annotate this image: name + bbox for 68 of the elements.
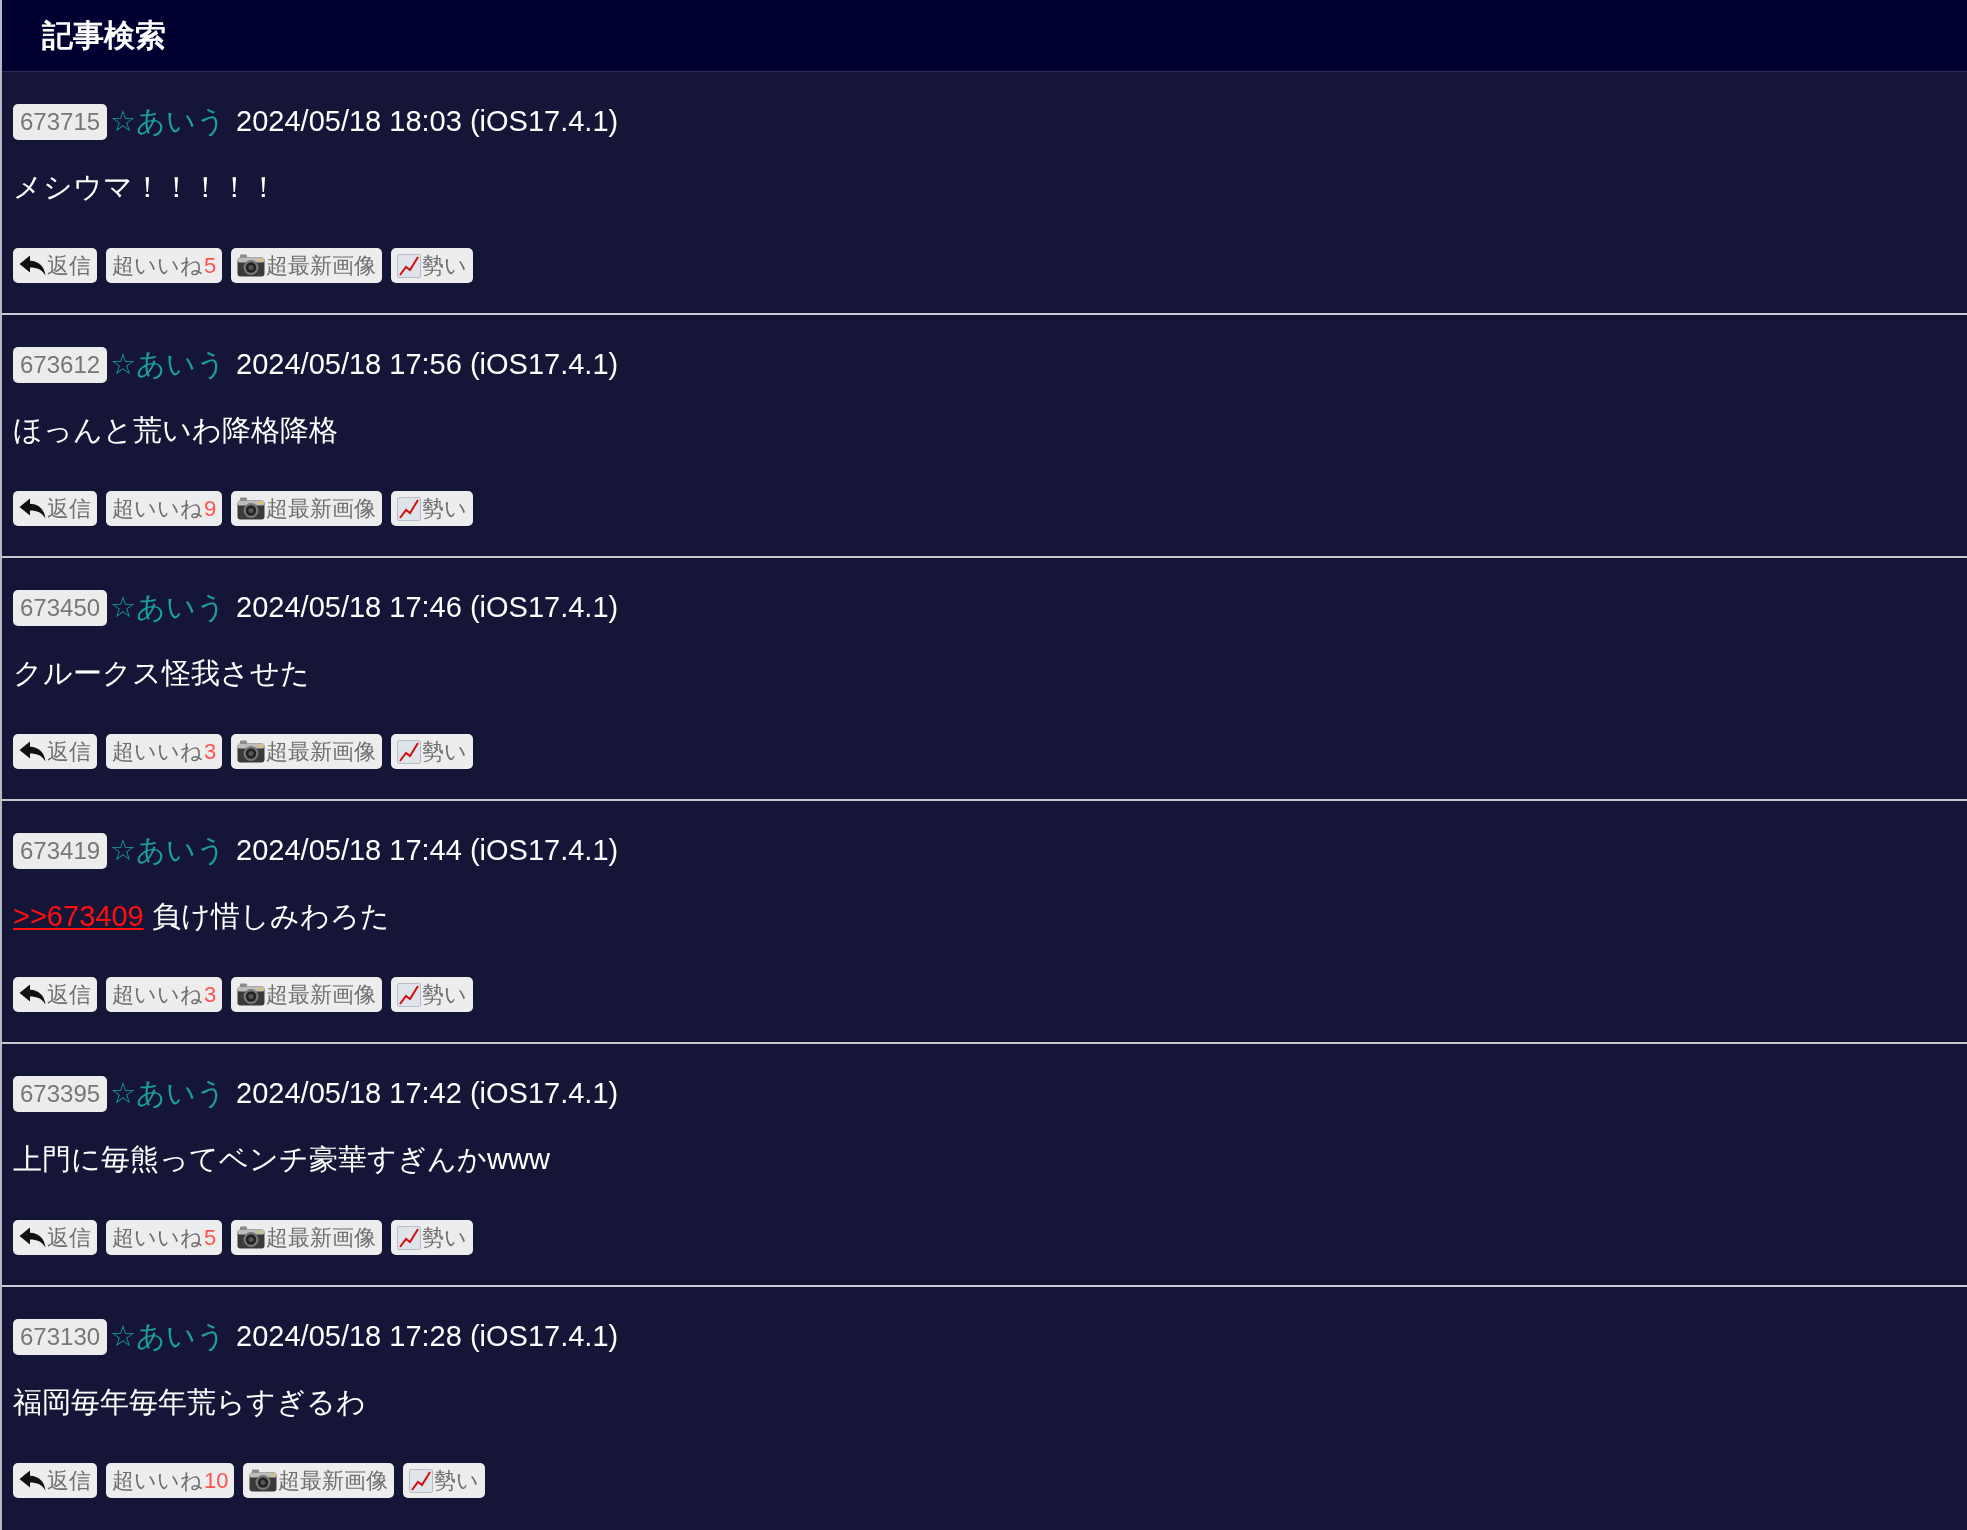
- poster-name: ☆あいう: [110, 104, 227, 140]
- poster-name: ☆あいう: [110, 590, 227, 626]
- camera-icon: [249, 1469, 278, 1492]
- reply-button[interactable]: 返信: [13, 248, 97, 283]
- like-button[interactable]: 超いいね3: [106, 734, 223, 769]
- post-date: 2024/05/18 17:46 (iOS17.4.1): [236, 590, 619, 626]
- reply-button[interactable]: 返信: [13, 977, 97, 1012]
- poster-name: ☆あいう: [110, 833, 227, 869]
- images-button[interactable]: 超最新画像: [231, 491, 383, 526]
- reply-arrow-icon: [19, 984, 46, 1005]
- reply-arrow-icon: [19, 1470, 46, 1491]
- reply-button[interactable]: 返信: [13, 491, 97, 526]
- post-text: 福岡毎年毎年荒らすぎるわ: [13, 1385, 367, 1420]
- rising-chart-icon: [397, 496, 422, 521]
- reply-button[interactable]: 返信: [13, 1463, 97, 1498]
- trend-button[interactable]: 勢い: [391, 734, 474, 769]
- camera-icon: [237, 740, 266, 763]
- reply-arrow-icon: [19, 498, 46, 519]
- post-date: 2024/05/18 17:28 (iOS17.4.1): [236, 1319, 619, 1355]
- trend-button[interactable]: 勢い: [391, 491, 474, 526]
- post-number: 673715: [13, 104, 108, 140]
- reply-arrow-icon: [19, 255, 46, 276]
- rising-chart-icon: [409, 1468, 434, 1493]
- reply-arrow-icon: [19, 1227, 46, 1248]
- images-button[interactable]: 超最新画像: [231, 1220, 383, 1255]
- images-button[interactable]: 超最新画像: [231, 734, 383, 769]
- post-number: 673419: [13, 833, 108, 869]
- camera-icon: [237, 983, 266, 1006]
- post-date: 2024/05/18 17:44 (iOS17.4.1): [236, 833, 619, 869]
- post-number: 673450: [13, 590, 108, 626]
- post-date: 2024/05/18 17:42 (iOS17.4.1): [236, 1076, 619, 1112]
- images-button[interactable]: 超最新画像: [243, 1463, 395, 1498]
- post-text: >>673409 負け惜しみわろた: [13, 899, 391, 934]
- like-button[interactable]: 超いいね9: [106, 491, 223, 526]
- like-button[interactable]: 超いいね10: [106, 1463, 235, 1498]
- post-number: 673130: [13, 1319, 108, 1355]
- like-button[interactable]: 超いいね3: [106, 977, 223, 1012]
- post-date: 2024/05/18 17:56 (iOS17.4.1): [236, 347, 619, 383]
- rising-chart-icon: [397, 1225, 422, 1250]
- like-button[interactable]: 超いいね5: [106, 248, 223, 283]
- poster-name: ☆あいう: [110, 1319, 227, 1355]
- post-number: 673395: [13, 1076, 108, 1112]
- trend-button[interactable]: 勢い: [391, 1220, 474, 1255]
- post-date: 2024/05/18 18:03 (iOS17.4.1): [236, 104, 619, 140]
- trend-button[interactable]: 勢い: [391, 248, 474, 283]
- camera-icon: [237, 497, 266, 520]
- reply-button[interactable]: 返信: [13, 734, 97, 769]
- trend-button[interactable]: 勢い: [391, 977, 474, 1012]
- reply-button[interactable]: 返信: [13, 1220, 97, 1255]
- camera-icon: [237, 1226, 266, 1249]
- poster-name: ☆あいう: [110, 347, 227, 383]
- post-text: クルークス怪我させた: [13, 656, 311, 691]
- rising-chart-icon: [397, 253, 422, 278]
- quote-link[interactable]: >>673409: [13, 900, 144, 932]
- images-button[interactable]: 超最新画像: [231, 248, 383, 283]
- rising-chart-icon: [397, 739, 422, 764]
- like-button[interactable]: 超いいね5: [106, 1220, 223, 1255]
- camera-icon: [237, 254, 266, 277]
- post-text: メシウマ！！！！！: [13, 170, 279, 205]
- images-button[interactable]: 超最新画像: [231, 977, 383, 1012]
- post-number: 673612: [13, 347, 108, 383]
- poster-name: ☆あいう: [110, 1076, 227, 1112]
- reply-arrow-icon: [19, 741, 46, 762]
- trend-button[interactable]: 勢い: [403, 1463, 486, 1498]
- post-text: 上門に毎熊ってベンチ豪華すぎんかwww: [13, 1142, 551, 1177]
- page-title: 記事検索: [42, 16, 166, 55]
- post-text: ほっんと荒いわ降格降格: [13, 413, 339, 448]
- rising-chart-icon: [397, 982, 422, 1007]
